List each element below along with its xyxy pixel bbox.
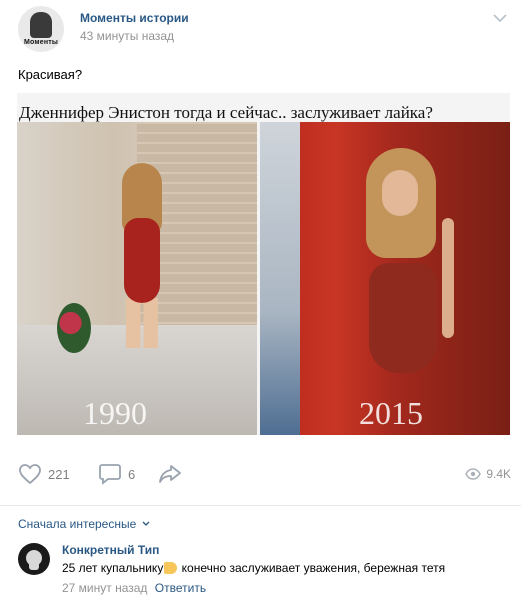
eye-icon xyxy=(465,468,482,480)
photo-caption: Дженнифер Энистон тогда и сейчас.. заслу… xyxy=(19,103,433,122)
thumbs-up-emoji-icon xyxy=(164,562,178,574)
avatar-wordmark: Моменты xyxy=(23,39,59,46)
woman-figure-left xyxy=(112,163,172,348)
like-button[interactable]: 221 xyxy=(18,463,70,485)
post-timestamp[interactable]: 43 минуты назад xyxy=(80,29,174,43)
post-text: Красивая? xyxy=(18,67,83,82)
share-button[interactable] xyxy=(158,463,182,485)
post-actions: 221 6 9.4K xyxy=(18,463,511,493)
chevron-down-icon xyxy=(142,521,150,526)
divider xyxy=(0,505,521,506)
arm xyxy=(442,218,454,338)
face xyxy=(382,170,418,216)
comment-timestamp[interactable]: 27 минут назад xyxy=(62,581,147,595)
post-author-link[interactable]: Моменты истории xyxy=(80,11,189,25)
views-count: 9.4K xyxy=(486,467,511,481)
like-count: 221 xyxy=(48,466,70,482)
year-right: 2015 xyxy=(359,395,423,431)
reply-link[interactable]: Ответить xyxy=(155,581,206,595)
comment-button[interactable]: 6 xyxy=(98,463,135,485)
red-swimsuit xyxy=(124,218,160,303)
commenter-avatar[interactable] xyxy=(18,543,50,575)
commenter-name-link[interactable]: Конкретный Тип xyxy=(62,543,159,557)
skull-jaw xyxy=(29,563,39,570)
comment-icon xyxy=(99,464,121,485)
views-counter: 9.4K xyxy=(465,467,511,481)
sort-label: Сначала интересные xyxy=(18,517,137,531)
share-icon xyxy=(159,465,181,483)
comment-meta: 27 минут назад Ответить xyxy=(62,581,206,595)
comment-text: 25 лет купальнику конечно заслуживает ув… xyxy=(62,561,445,575)
legs xyxy=(126,298,158,348)
comment-text-part1: 25 лет купальнику xyxy=(62,561,164,575)
red-swimsuit xyxy=(369,263,437,373)
year-left: 1990 xyxy=(83,395,147,431)
comments-sort-dropdown[interactable]: Сначала интересные xyxy=(18,517,150,531)
group-avatar[interactable]: Моменты xyxy=(18,6,64,52)
wall-post: Моменты Моменты истории 43 минуты назад … xyxy=(0,0,521,600)
flower-bouquet xyxy=(57,303,91,353)
comment-count: 6 xyxy=(128,466,136,482)
window xyxy=(260,122,300,435)
heart-icon xyxy=(19,464,41,485)
avatar-figure xyxy=(30,12,52,38)
post-photo[interactable]: Дженнифер Энистон тогда и сейчас.. заслу… xyxy=(17,93,510,435)
woman-figure-right xyxy=(354,148,464,398)
comment-text-part2: конечно заслуживает уважения, бережная т… xyxy=(178,561,446,575)
chevron-down-icon[interactable] xyxy=(493,13,507,23)
